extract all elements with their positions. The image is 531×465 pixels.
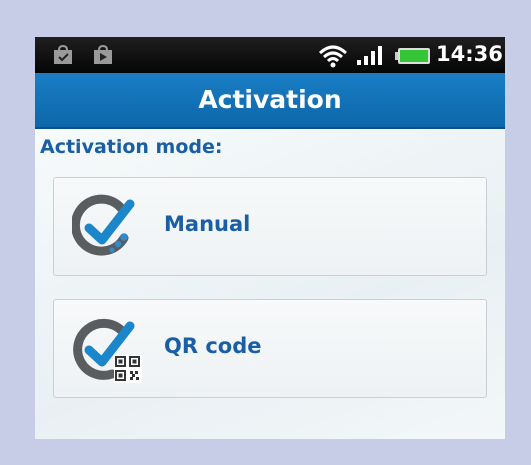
manual-option-label: Manual [164,212,251,236]
manual-check-icon [72,194,135,256]
status-bar: 14:36 [35,37,505,73]
page-title: Activation [198,85,342,114]
activation-mode-label: Activation mode: [40,136,223,158]
main-content: Activation mode: Manual QR code [35,129,505,439]
battery-icon [395,48,430,64]
shopping-bag-icon [54,45,72,64]
status-clock: 14:36 [436,42,503,66]
title-bar: Activation [35,73,505,129]
signal-icon [357,46,382,65]
wifi-icon [318,45,348,68]
qr-code-option-label: QR code [164,334,262,358]
qr-code-option-button[interactable]: QR code [53,299,487,398]
shopping-bag-icon [94,45,112,64]
manual-option-button[interactable]: Manual [53,177,487,276]
qr-check-icon [73,318,142,383]
phone-screen: 14:36 Activation Activation mode: Manual [35,37,505,439]
